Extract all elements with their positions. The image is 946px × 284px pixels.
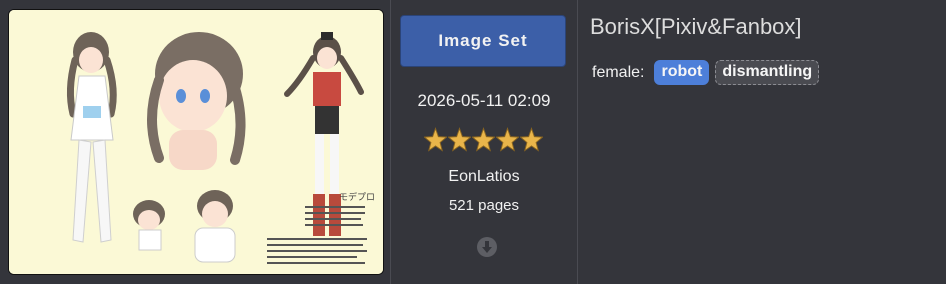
download-button[interactable] bbox=[477, 237, 497, 257]
posted-date: 2026-05-11 02:09 bbox=[417, 91, 551, 110]
star-icon bbox=[520, 127, 543, 152]
gallery-row: モデプロ Image Set 2026-05-11 02:09 EonLatio… bbox=[0, 0, 946, 284]
character-sheet-illustration: モデプロ bbox=[9, 10, 383, 274]
tag-dismantling[interactable]: dismantling bbox=[715, 60, 820, 85]
gallery-info-column: Image Set 2026-05-11 02:09 EonLatios 521… bbox=[391, 0, 577, 284]
thumbnail-column: モデプロ bbox=[0, 0, 390, 284]
page-count: 521 pages bbox=[448, 197, 520, 214]
tag-namespace: female: bbox=[592, 63, 645, 81]
star-icon bbox=[424, 127, 447, 152]
tag-robot[interactable]: robot bbox=[654, 60, 710, 85]
star-icon bbox=[472, 127, 495, 152]
gallery-thumbnail[interactable]: モデプロ bbox=[8, 9, 384, 275]
category-button[interactable]: Image Set bbox=[400, 15, 566, 67]
star-icon bbox=[448, 127, 471, 152]
uploader-link[interactable]: EonLatios bbox=[391, 168, 577, 186]
star-icon bbox=[496, 127, 519, 152]
rating-stars bbox=[424, 125, 544, 155]
sheet-label: モデプロ bbox=[339, 191, 375, 203]
tag-row: female: robot dismantling bbox=[592, 60, 820, 85]
gallery-details-column: BorisX[Pixiv&Fanbox] female: robot disma… bbox=[578, 0, 946, 284]
download-arrow-icon bbox=[482, 241, 492, 253]
gallery-title[interactable]: BorisX[Pixiv&Fanbox] bbox=[590, 14, 802, 40]
